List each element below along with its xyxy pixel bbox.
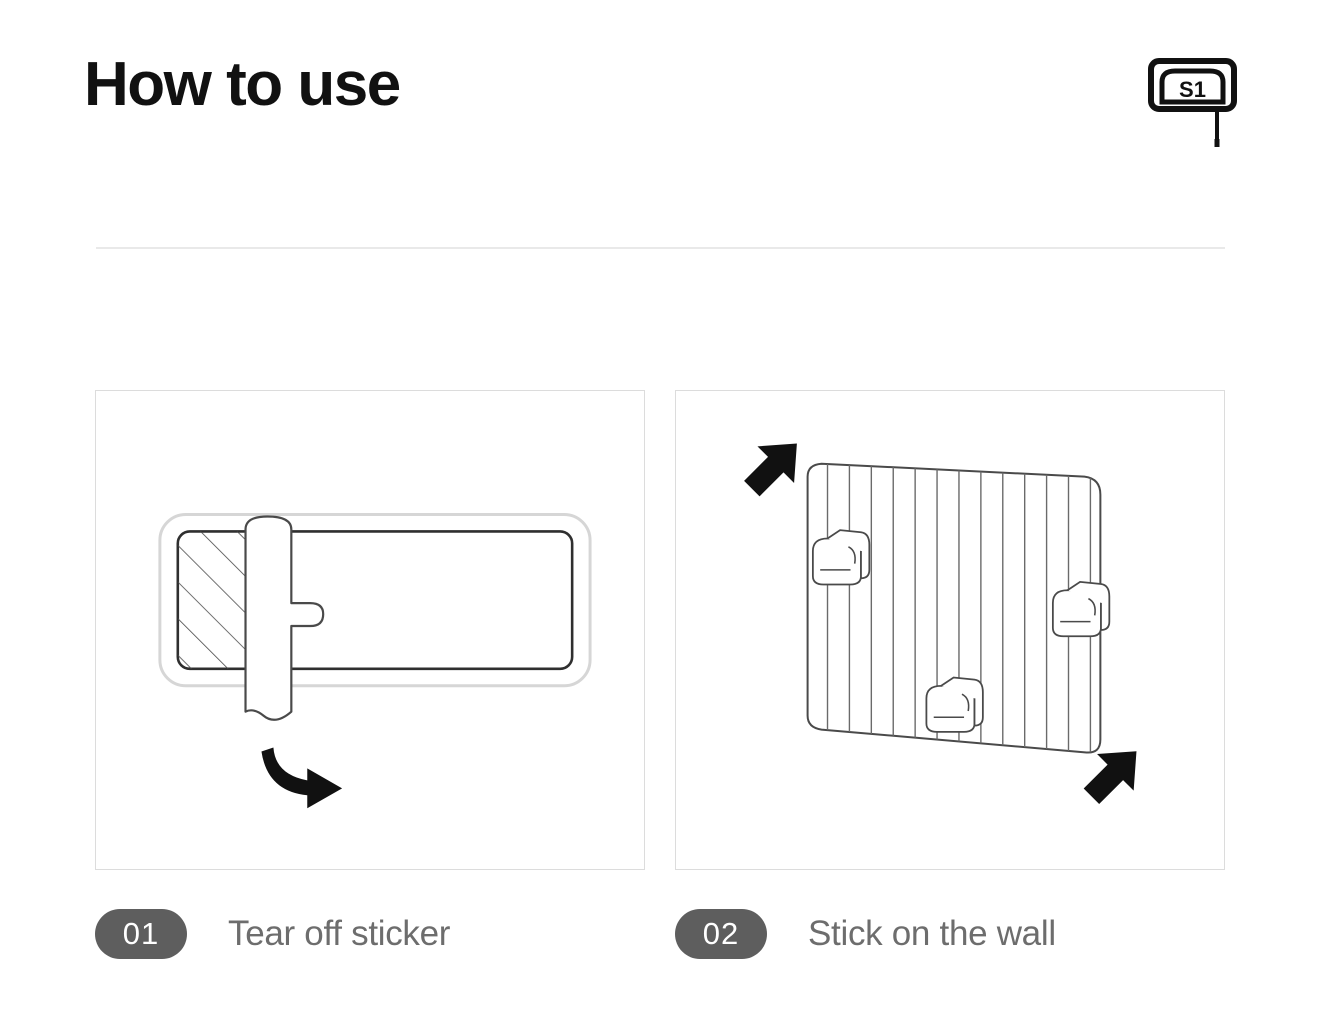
steps-container: 01 Tear off sticker 02 Stick on the wall <box>95 390 1226 960</box>
step-label: Stick on the wall <box>808 914 1056 953</box>
step-number-badge: 01 <box>95 909 187 959</box>
peel-sticker-illustration <box>95 390 645 870</box>
step-02: 02 Stick on the wall <box>675 390 1225 960</box>
curved-arrow-right <box>261 747 343 809</box>
arrow-up-right <box>744 443 797 497</box>
s1-tag-icon: S1 <box>1145 55 1240 150</box>
logo-label: S1 <box>1179 77 1206 102</box>
step-label: Tear off sticker <box>228 914 451 953</box>
wall-panel-illustration <box>675 390 1225 870</box>
header-divider <box>96 247 1225 249</box>
step-01: 01 Tear off sticker <box>95 390 645 960</box>
step-caption-02: 02 Stick on the wall <box>675 908 1225 960</box>
step-number-badge: 02 <box>675 909 767 959</box>
step-caption-01: 01 Tear off sticker <box>95 908 645 960</box>
page-title: How to use <box>84 50 401 119</box>
